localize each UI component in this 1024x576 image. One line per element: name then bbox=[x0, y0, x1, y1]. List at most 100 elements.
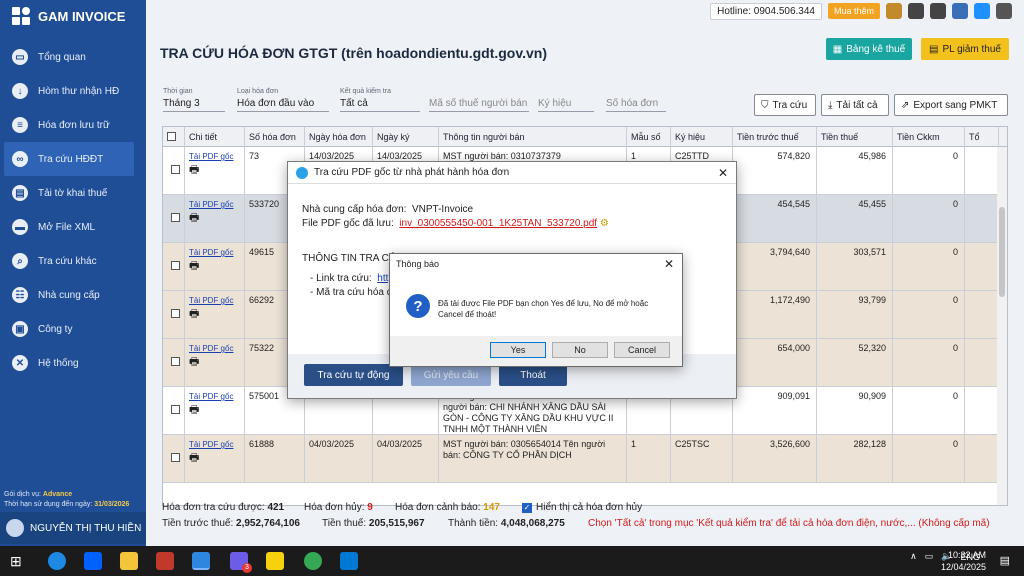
invoice-type-select[interactable]: Loại hóa đơn Hóa đơn đầu vào bbox=[237, 88, 329, 112]
header-cell[interactable]: Tiền trước thuế bbox=[733, 127, 817, 147]
money-bag-icon[interactable] bbox=[886, 3, 902, 19]
header-cell[interactable]: Ký hiệu bbox=[671, 127, 733, 147]
notifications-icon[interactable]: ▤ bbox=[1000, 554, 1010, 567]
exit-button[interactable]: Thoát bbox=[499, 364, 567, 386]
print-icon[interactable]: 🖶 bbox=[189, 405, 240, 416]
sohd-input[interactable]: Số hóa đơn bbox=[606, 88, 666, 112]
download-pdf-link[interactable]: Tải PDF gốc bbox=[189, 248, 233, 257]
taskbar: ⊞ 3 ∧ ▭ 🔈 ENG 10:32 AM 12/04/2025 ▤ bbox=[0, 546, 1024, 576]
search-button[interactable]: ⛉ Tra cứu bbox=[754, 94, 816, 116]
print-icon[interactable]: 🖶 bbox=[189, 453, 240, 464]
sidebar-item-label: Tổng quan bbox=[38, 51, 86, 63]
ultraviewer-icon[interactable] bbox=[952, 3, 968, 19]
settings-icon[interactable] bbox=[996, 3, 1012, 19]
download-pdf-link[interactable]: Tải PDF gốc bbox=[189, 200, 233, 209]
result-select[interactable]: Kết quả kiểm tra Tất cả bbox=[340, 88, 420, 112]
app-icon[interactable]: 3 bbox=[230, 552, 252, 573]
network-icon[interactable]: ▭ bbox=[925, 551, 934, 562]
no-button[interactable]: No bbox=[552, 342, 608, 358]
chrome-icon[interactable] bbox=[304, 552, 322, 570]
clock[interactable]: 10:32 AM 12/04/2025 bbox=[941, 549, 986, 573]
export-button[interactable]: ⇗ Export sang PMKT bbox=[894, 94, 1008, 116]
vertical-scrollbar[interactable] bbox=[997, 147, 1007, 505]
header-select-all[interactable] bbox=[163, 127, 185, 147]
header-cell[interactable]: Tiền thuế bbox=[817, 127, 893, 147]
table-row[interactable]: Tải PDF gốc 🖶 61888 04/03/2025 04/03/2025 MST… bbox=[163, 435, 999, 483]
table-cell: 04/03/2025 bbox=[373, 435, 439, 483]
download-pdf-link[interactable]: Tải PDF gốc bbox=[189, 344, 233, 353]
row-checkbox[interactable] bbox=[171, 165, 180, 174]
mst-input[interactable]: Mã số thuế người bán bbox=[429, 88, 529, 112]
header-cell[interactable]: Ngày hóa đơn bbox=[305, 127, 373, 147]
header-cell[interactable]: Số hóa đơn bbox=[245, 127, 305, 147]
user-profile[interactable]: NGUYỄN THỊ THU HIỀN bbox=[0, 512, 146, 544]
kyhieu-input[interactable]: Ký hiệu bbox=[538, 88, 594, 112]
zalo-icon[interactable] bbox=[974, 3, 990, 19]
sidebar-item-hom-thu[interactable]: ↓ Hòm thư nhận HĐ bbox=[0, 74, 146, 108]
app-icon[interactable] bbox=[156, 552, 174, 570]
sidebar-item-mo-file-xml[interactable]: ▬ Mở File XML bbox=[0, 210, 146, 244]
row-checkbox[interactable] bbox=[171, 357, 180, 366]
support-icon[interactable] bbox=[930, 3, 946, 19]
sidebar-item-he-thong[interactable]: ✕ Hệ thống bbox=[0, 346, 146, 380]
pl-giam-thue-button[interactable]: ▤ PL giảm thuế bbox=[921, 38, 1009, 60]
row-checkbox[interactable] bbox=[171, 453, 180, 462]
open-folder-icon[interactable]: ⚙ bbox=[600, 218, 609, 229]
windows-start-icon[interactable]: ⊞ bbox=[10, 552, 28, 570]
close-icon[interactable]: ✕ bbox=[718, 166, 728, 180]
sidebar-item-cong-ty[interactable]: ▣ Công ty bbox=[0, 312, 146, 346]
print-icon[interactable]: 🖶 bbox=[189, 165, 240, 176]
browser-icon bbox=[296, 166, 308, 179]
folder-icon[interactable] bbox=[120, 552, 138, 570]
sidebar-item-hoa-don-luu-tru[interactable]: ≡ Hóa đơn lưu trữ bbox=[0, 108, 146, 142]
expiry-label: Thời hạn sử dụng đến ngày: bbox=[4, 501, 93, 508]
download-pdf-link[interactable]: Tải PDF gốc bbox=[189, 152, 233, 161]
table-cell: 45,986 bbox=[817, 147, 893, 195]
buy-more-button[interactable]: Mua thêm bbox=[827, 3, 880, 19]
warn-value: 147 bbox=[483, 502, 500, 513]
cancel-button[interactable]: Cancel bbox=[614, 342, 670, 358]
send-request-button[interactable]: Gửi yêu cầu bbox=[411, 364, 491, 386]
header-cell[interactable]: Thông tin người bán bbox=[439, 127, 627, 147]
row-checkbox[interactable] bbox=[171, 213, 180, 222]
download-pdf-link[interactable]: Tải PDF gốc bbox=[189, 440, 233, 449]
row-checkbox[interactable] bbox=[171, 261, 180, 270]
sidebar-item-nha-cung-cap[interactable]: ☷ Nhà cung cấp bbox=[0, 278, 146, 312]
notice-title-bar: Thông báo bbox=[390, 254, 682, 274]
pdf-file-link[interactable]: inv_0300555450-001_1K25TAN_533720.pdf bbox=[399, 218, 597, 229]
download-pdf-link[interactable]: Tải PDF gốc bbox=[189, 392, 233, 401]
close-icon[interactable]: ✕ bbox=[664, 257, 674, 271]
header-cell[interactable]: Tổ bbox=[965, 127, 999, 147]
header-cell[interactable]: Chi tiết bbox=[185, 127, 245, 147]
header-cell[interactable]: Mẫu số bbox=[627, 127, 671, 147]
gam-invoice-icon[interactable] bbox=[192, 552, 210, 570]
sidebar-item-tra-cuu-khac[interactable]: ⌕ Tra cứu khác bbox=[0, 244, 146, 278]
yes-button[interactable]: Yes bbox=[490, 342, 546, 358]
chat-icon[interactable] bbox=[908, 3, 924, 19]
print-icon[interactable]: 🖶 bbox=[189, 213, 240, 224]
sidebar-item-tai-to-khai[interactable]: ▤ Tải tờ khai thuế bbox=[0, 176, 146, 210]
download-all-button[interactable]: ⤓ Tải tất cả bbox=[821, 94, 889, 116]
sticky-notes-icon[interactable] bbox=[266, 552, 284, 570]
row-checkbox[interactable] bbox=[171, 309, 180, 318]
dropbox-icon[interactable] bbox=[84, 552, 102, 570]
file-icon: ▤ bbox=[12, 185, 28, 201]
chevron-up-icon[interactable]: ∧ bbox=[910, 551, 917, 562]
print-icon[interactable]: 🖶 bbox=[189, 357, 240, 368]
type-value: Hóa đơn đầu vào bbox=[237, 98, 329, 112]
header-cell[interactable]: Tiền Ckkm bbox=[893, 127, 965, 147]
bang-ke-thue-button[interactable]: ▦ Bảng kê thuế bbox=[826, 38, 912, 60]
print-icon[interactable]: 🖶 bbox=[189, 309, 240, 320]
print-icon[interactable]: 🖶 bbox=[189, 261, 240, 272]
app-icon[interactable] bbox=[48, 552, 66, 570]
row-checkbox[interactable] bbox=[171, 405, 180, 414]
outlook-icon[interactable] bbox=[340, 552, 358, 570]
header-cell[interactable]: Ngày ký bbox=[373, 127, 439, 147]
sidebar-item-tong-quan[interactable]: ▭ Tổng quan bbox=[0, 40, 146, 74]
time-select[interactable]: Thời gian Tháng 3 bbox=[163, 88, 225, 112]
show-cancel-checkbox[interactable]: ✓ Hiển thị cả hóa đơn hủy bbox=[522, 502, 642, 513]
sidebar-item-tra-cuu-hddt[interactable]: ∞ Tra cứu HĐĐT bbox=[4, 142, 134, 176]
download-pdf-link[interactable]: Tải PDF gốc bbox=[189, 296, 233, 305]
auto-lookup-button[interactable]: Tra cứu tự động bbox=[304, 364, 403, 386]
doc-icon: ▤ bbox=[928, 43, 939, 55]
